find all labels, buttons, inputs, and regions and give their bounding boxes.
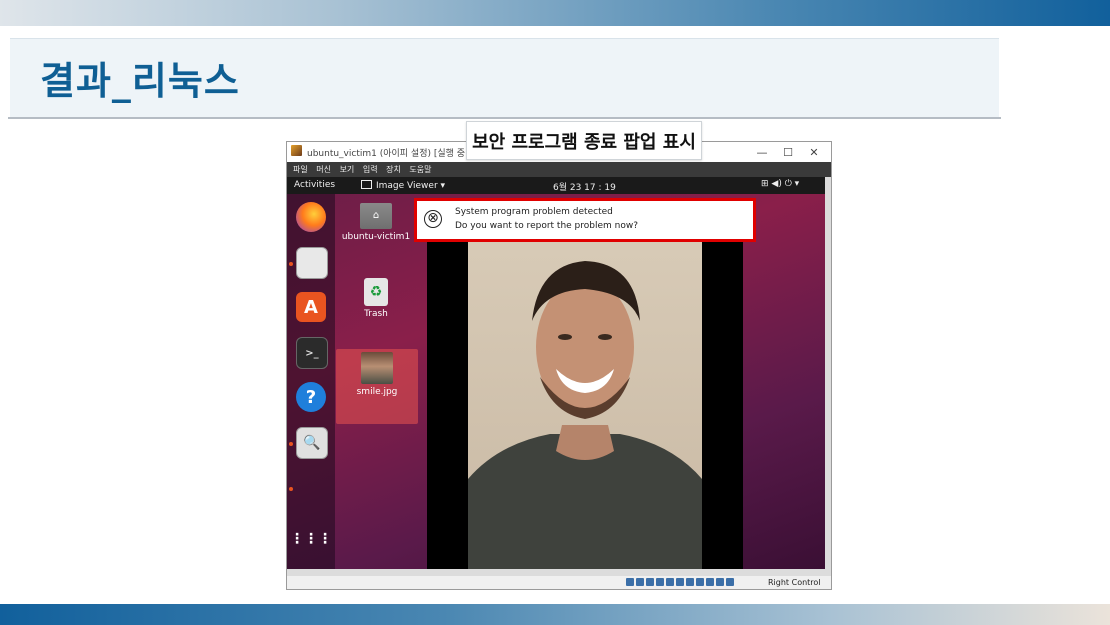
vertical-scrollbar[interactable] xyxy=(825,177,831,569)
system-tray[interactable]: ⊞ ◀) ⏻ ▾ xyxy=(761,179,799,189)
app-menu-image-viewer[interactable]: Image Viewer ▾ xyxy=(361,180,445,191)
close-button[interactable]: ✕ xyxy=(801,143,827,161)
trash-label: Trash xyxy=(364,309,388,319)
mouse-icon[interactable] xyxy=(716,578,724,586)
vbox-status-bar: Right Control xyxy=(287,576,831,589)
home-folder-label: ubuntu-victim1 xyxy=(341,232,411,242)
clock[interactable]: 6월 23 17 : 19 xyxy=(553,180,616,193)
recording-icon[interactable] xyxy=(696,578,704,586)
virtualbox-window: ubuntu_victim1 (아이피 설정) [실행 중] - Ora — ☐… xyxy=(286,141,832,590)
host-key-label: Right Control xyxy=(768,578,821,587)
minimize-button[interactable]: — xyxy=(749,143,775,161)
title-underline xyxy=(8,117,1001,119)
menu-devices[interactable]: 장치 xyxy=(386,164,401,175)
help-icon[interactable]: ? xyxy=(296,382,326,412)
trash-icon: ♻ xyxy=(364,278,388,306)
callout-label: 보안 프로그램 종료 팝업 표시 xyxy=(466,121,702,160)
portrait-photo xyxy=(468,229,702,569)
popup-message-line1: System program problem detected xyxy=(455,207,613,217)
display-icon[interactable] xyxy=(686,578,694,586)
running-indicator xyxy=(289,262,293,266)
home-icon: ⌂ xyxy=(360,203,392,229)
menu-help[interactable]: 도움말 xyxy=(409,164,431,175)
maximize-button[interactable]: ☐ xyxy=(775,143,801,161)
software-center-icon[interactable]: A xyxy=(296,292,326,322)
app-menu-label: Image Viewer ▾ xyxy=(376,181,446,191)
hdd-icon[interactable] xyxy=(626,578,634,586)
top-decor-bar xyxy=(0,0,1110,26)
file-label: smile.jpg xyxy=(356,387,398,397)
ubuntu-desktop: Activities Image Viewer ▾ 6월 23 17 : 19 … xyxy=(287,177,825,569)
virtualbox-icon xyxy=(291,145,302,156)
image-viewer-dock-icon[interactable]: 🔍 xyxy=(296,427,328,459)
slide-title: 결과_리눅스 xyxy=(40,59,240,103)
popup-message-line2: Do you want to report the problem now? xyxy=(455,221,638,231)
gnome-top-bar: Activities Image Viewer ▾ 6월 23 17 : 19 … xyxy=(287,177,825,194)
menu-machine[interactable]: 머신 xyxy=(316,164,331,175)
ubuntu-dock: A >_ ? 🔍 ⋮⋮⋮ xyxy=(287,194,335,569)
vbox-menubar: 파일 머신 보기 입력 장치 도움말 xyxy=(287,162,831,177)
bottom-decor-bar xyxy=(0,604,1110,625)
files-icon[interactable] xyxy=(296,247,328,279)
status-device-icons[interactable] xyxy=(626,578,734,586)
network-icon[interactable] xyxy=(656,578,664,586)
running-indicator xyxy=(289,487,293,491)
menu-view[interactable]: 보기 xyxy=(340,164,355,175)
terminal-icon[interactable]: >_ xyxy=(296,337,328,369)
menu-file[interactable]: 파일 xyxy=(293,164,308,175)
problem-report-popup[interactable]: ⊗ System program problem detected Do you… xyxy=(414,198,756,242)
activities-button[interactable]: Activities xyxy=(294,180,335,190)
audio-icon[interactable] xyxy=(646,578,654,586)
menu-input[interactable]: 입력 xyxy=(363,164,378,175)
usb-icon[interactable] xyxy=(666,578,674,586)
smiling-man-image xyxy=(468,261,702,569)
firefox-icon[interactable] xyxy=(296,202,326,232)
trash-desktop-icon[interactable]: ♻ Trash xyxy=(337,278,415,319)
error-circle-icon: ⊗ xyxy=(424,210,442,228)
smile-jpg-icon[interactable]: smile.jpg xyxy=(338,352,416,397)
show-apps-icon[interactable]: ⋮⋮⋮ xyxy=(290,524,332,554)
shared-folder-icon[interactable] xyxy=(676,578,684,586)
cpu-icon[interactable] xyxy=(706,578,714,586)
image-thumbnail xyxy=(361,352,393,384)
running-indicator xyxy=(289,442,293,446)
horizontal-scrollbar[interactable] xyxy=(287,569,831,576)
home-folder-icon[interactable]: ⌂ ubuntu-victim1 xyxy=(337,203,415,242)
optical-icon[interactable] xyxy=(636,578,644,586)
keyboard-icon[interactable] xyxy=(726,578,734,586)
image-viewer-icon xyxy=(361,180,372,189)
